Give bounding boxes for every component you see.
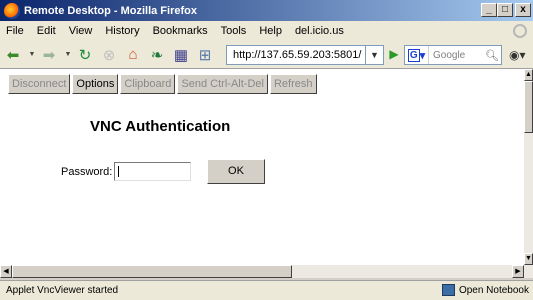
back-arrow-icon[interactable]: ⬅	[4, 46, 22, 64]
menu-bar: File Edit View History Bookmarks Tools H…	[0, 21, 533, 41]
navigation-toolbar: ⬅ ▼ ➡ ▼ ↻ ⊗ ⌂ ❧ ▦ ⊞ http://137.65.59.203…	[0, 41, 533, 69]
google-engine-icon[interactable]: G ▾	[405, 46, 429, 64]
status-text: Applet VncViewer started	[6, 285, 119, 296]
throbber-icon	[513, 24, 527, 38]
menu-history[interactable]: History	[105, 25, 139, 37]
menu-view[interactable]: View	[69, 25, 93, 37]
refresh-button[interactable]: Refresh	[269, 74, 317, 94]
send-ctrl-alt-del-button[interactable]: Send Ctrl-Alt-Del	[177, 74, 268, 94]
menu-edit[interactable]: Edit	[37, 25, 56, 37]
go-arrow-icon[interactable]: ▶	[384, 45, 404, 65]
open-notebook-link[interactable]: Open Notebook	[459, 285, 529, 296]
tag-icon[interactable]: ⊞	[196, 46, 214, 64]
firefox-logo-icon	[4, 2, 20, 19]
url-bar[interactable]: http://137.65.59.203:5801/	[226, 45, 366, 65]
reload-icon[interactable]: ↻	[76, 46, 94, 64]
minimize-button[interactable]: _	[481, 3, 497, 17]
horizontal-scrollbar[interactable]: ◀ ▶	[0, 265, 533, 278]
home-icon[interactable]: ⌂	[124, 46, 142, 64]
scroll-down-icon[interactable]: ▼	[524, 253, 533, 265]
scroll-up-icon[interactable]: ▲	[524, 69, 533, 81]
forward-dropdown-icon[interactable]: ▼	[64, 46, 72, 64]
horizontal-scroll-thumb[interactable]	[12, 265, 292, 278]
vertical-scrollbar[interactable]: ▲ ▼	[524, 69, 533, 265]
ok-button[interactable]: OK	[207, 159, 265, 184]
maximize-button[interactable]: □	[497, 3, 513, 17]
options-button[interactable]: Options	[72, 74, 119, 94]
back-dropdown-icon[interactable]: ▼	[28, 46, 36, 64]
auth-title: VNC Authentication	[90, 118, 231, 135]
screen-grab-icon[interactable]: ▦	[172, 46, 190, 64]
status-bar: Applet VncViewer started Open Notebook	[0, 280, 533, 300]
vertical-scroll-thumb[interactable]	[524, 81, 533, 133]
url-dropdown-icon[interactable]: ▼	[366, 45, 384, 65]
notebook-area[interactable]: Open Notebook	[441, 284, 529, 296]
disconnect-button[interactable]: Disconnect	[8, 74, 71, 94]
search-box[interactable]: G ▾ Google 🔍︎	[404, 45, 502, 65]
notebook-icon	[441, 284, 455, 296]
text-caret	[118, 166, 119, 177]
scroll-right-icon[interactable]: ▶	[512, 265, 524, 278]
stop-icon[interactable]: ⊗	[100, 46, 118, 64]
engine-badge: G	[407, 48, 420, 62]
url-buttons: ▼ ▶	[366, 45, 404, 65]
close-button[interactable]: x	[515, 3, 531, 17]
password-field[interactable]	[114, 162, 191, 181]
clipboard-button[interactable]: Clipboard	[120, 74, 176, 94]
menu-file[interactable]: File	[6, 25, 24, 37]
menu-delicious[interactable]: del.icio.us	[295, 25, 344, 37]
menu-tools[interactable]: Tools	[221, 25, 247, 37]
search-input[interactable]: Google	[429, 50, 483, 61]
vnc-toolbar: Disconnect Options Clipboard Send Ctrl-A…	[8, 74, 319, 94]
window-controls: _ □ x	[481, 3, 531, 17]
title-bar: Remote Desktop - Mozilla Firefox _ □ x	[0, 0, 533, 21]
menu-help[interactable]: Help	[259, 25, 282, 37]
extension-icon[interactable]: ◉▾	[509, 48, 526, 62]
page-content: Disconnect Options Clipboard Send Ctrl-A…	[0, 69, 524, 265]
scroll-left-icon[interactable]: ◀	[0, 265, 12, 278]
forward-arrow-icon[interactable]: ➡	[40, 46, 58, 64]
window-title: Remote Desktop - Mozilla Firefox	[24, 4, 197, 17]
menu-bookmarks[interactable]: Bookmarks	[153, 25, 208, 37]
bookmark-leaf-icon[interactable]: ❧	[148, 46, 166, 64]
password-label: Password:	[61, 166, 113, 178]
search-icon[interactable]: 🔍︎	[483, 49, 501, 62]
